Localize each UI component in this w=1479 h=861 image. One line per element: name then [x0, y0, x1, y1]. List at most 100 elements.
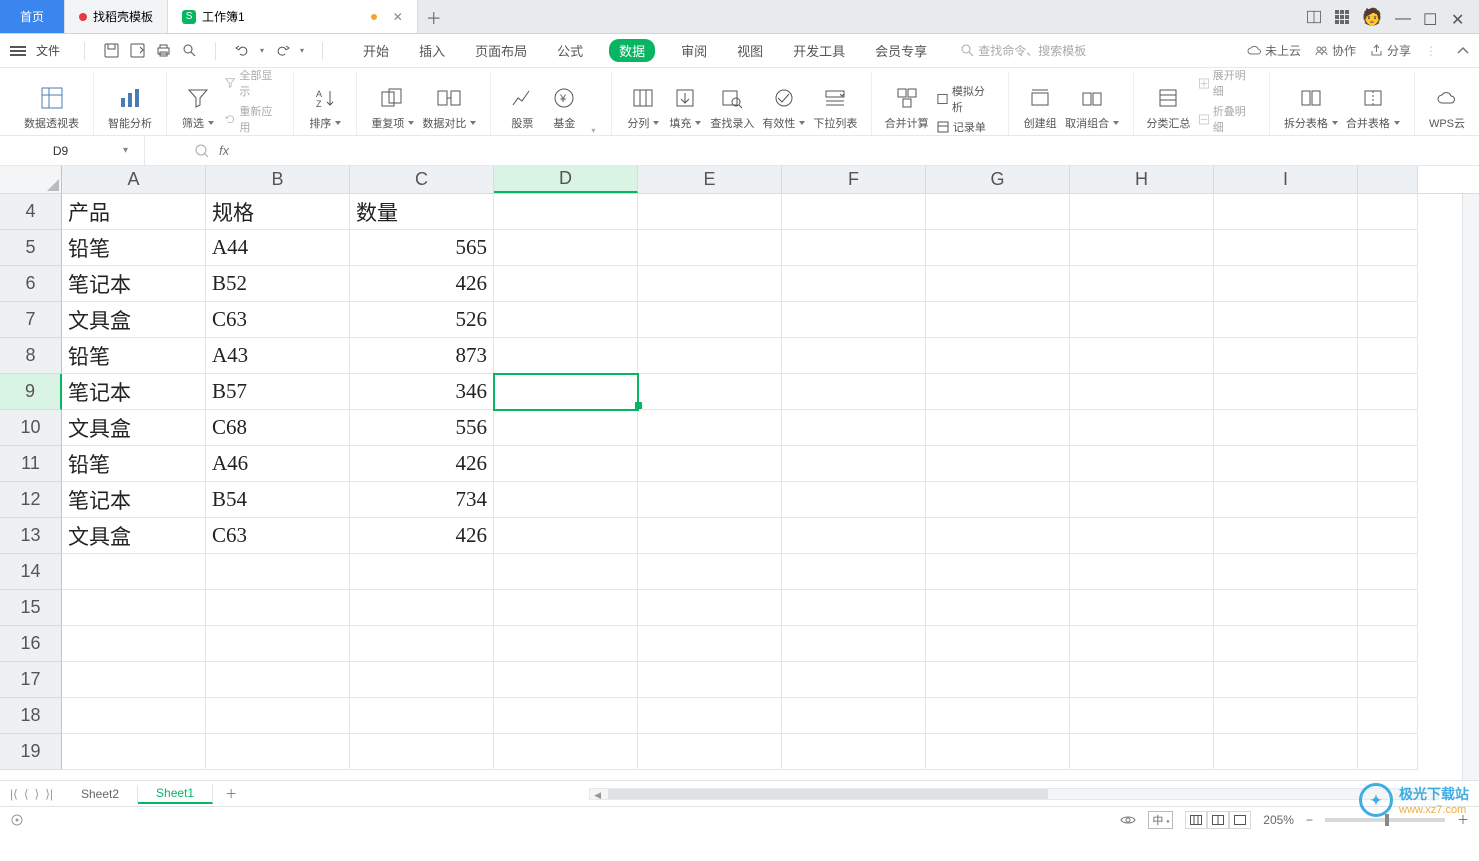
formula-input[interactable]	[229, 143, 1479, 158]
menu-tab-8[interactable]: 会员专享	[871, 39, 931, 62]
cell-C12[interactable]: 734	[350, 482, 494, 518]
expand-detail-button[interactable]: 展开明细	[1199, 68, 1253, 99]
cell-C7[interactable]: 526	[350, 302, 494, 338]
row-header-6[interactable]: 6	[0, 266, 62, 302]
data-type-more[interactable]: ▾	[591, 126, 595, 135]
cell-F4[interactable]	[782, 194, 926, 230]
cell-I13[interactable]	[1214, 518, 1358, 554]
cell-D5[interactable]	[494, 230, 638, 266]
cell-A16[interactable]	[62, 626, 206, 662]
dropdown-list-button[interactable]: 下拉列表	[809, 81, 861, 135]
cell-D11[interactable]	[494, 446, 638, 482]
cell-H8[interactable]	[1070, 338, 1214, 374]
fund-button[interactable]: ¥基金	[543, 81, 585, 135]
cell-G10[interactable]	[926, 410, 1070, 446]
cell-F15[interactable]	[782, 590, 926, 626]
filter-button[interactable]: 筛选	[177, 81, 219, 135]
command-search[interactable]: 查找命令、搜索模板	[961, 42, 1086, 59]
cell-B12[interactable]: B54	[206, 482, 350, 518]
cell-A15[interactable]	[62, 590, 206, 626]
cell-D10[interactable]	[494, 410, 638, 446]
cell-I11[interactable]	[1214, 446, 1358, 482]
sheet-nav-last-icon[interactable]: ⟩|	[45, 787, 53, 801]
cell-I8[interactable]	[1214, 338, 1358, 374]
cell-B16[interactable]	[206, 626, 350, 662]
cell-D9[interactable]	[494, 374, 638, 410]
cell-C16[interactable]	[350, 626, 494, 662]
row-header-15[interactable]: 15	[0, 590, 62, 626]
cell-I18[interactable]	[1214, 698, 1358, 734]
cell-C13[interactable]: 426	[350, 518, 494, 554]
compare-button[interactable]: 数据对比	[418, 81, 480, 135]
group-ungroup-button[interactable]: 取消组合	[1061, 81, 1123, 135]
redo-dropdown[interactable]: ▾	[300, 46, 304, 55]
cell-D8[interactable]	[494, 338, 638, 374]
col-header-E[interactable]: E	[638, 166, 782, 193]
cell-G8[interactable]	[926, 338, 1070, 374]
cell-A4[interactable]: 产品	[62, 194, 206, 230]
hamburger-icon[interactable]	[10, 46, 26, 56]
subtotal-button[interactable]: 分类汇总	[1144, 81, 1193, 135]
save-as-icon[interactable]	[129, 43, 145, 59]
row-header-12[interactable]: 12	[0, 482, 62, 518]
sheet-tab-sheet1[interactable]: Sheet1	[138, 784, 213, 804]
cell-B11[interactable]: A46	[206, 446, 350, 482]
cell-I10[interactable]	[1214, 410, 1358, 446]
cell-E17[interactable]	[638, 662, 782, 698]
cell-B15[interactable]	[206, 590, 350, 626]
cell-I14[interactable]	[1214, 554, 1358, 590]
view-normal-button[interactable]	[1185, 811, 1207, 829]
cell-I6[interactable]	[1214, 266, 1358, 302]
select-all-corner[interactable]	[0, 166, 62, 193]
cell-D14[interactable]	[494, 554, 638, 590]
cell-C11[interactable]: 426	[350, 446, 494, 482]
row-header-17[interactable]: 17	[0, 662, 62, 698]
cell-H15[interactable]	[1070, 590, 1214, 626]
cell-B8[interactable]: A43	[206, 338, 350, 374]
sheet-nav-next-icon[interactable]: ⟩	[35, 787, 40, 801]
col-header-I[interactable]: I	[1214, 166, 1358, 193]
tab-home[interactable]: 首页	[0, 0, 65, 33]
cell-G5[interactable]	[926, 230, 1070, 266]
group-create-button[interactable]: 创建组	[1019, 81, 1061, 135]
coop-button[interactable]: 协作	[1315, 42, 1356, 59]
col-header-H[interactable]: H	[1070, 166, 1214, 193]
cell-E15[interactable]	[638, 590, 782, 626]
cell-G11[interactable]	[926, 446, 1070, 482]
cell-I7[interactable]	[1214, 302, 1358, 338]
cell-B4[interactable]: 规格	[206, 194, 350, 230]
minimize-button[interactable]: —	[1395, 10, 1409, 24]
cell-H10[interactable]	[1070, 410, 1214, 446]
cell-F14[interactable]	[782, 554, 926, 590]
smart-analyze-button[interactable]: 智能分析	[104, 81, 156, 135]
cell-E8[interactable]	[638, 338, 782, 374]
row-header-5[interactable]: 5	[0, 230, 62, 266]
validity-button[interactable]: 有效性	[758, 81, 809, 135]
find-entry-button[interactable]: 查找录入	[706, 81, 758, 135]
menu-tab-6[interactable]: 视图	[733, 39, 767, 62]
cell-A7[interactable]: 文具盒	[62, 302, 206, 338]
cell-B14[interactable]	[206, 554, 350, 590]
scroll-left-icon[interactable]: ◀	[594, 790, 601, 801]
cell-E19[interactable]	[638, 734, 782, 770]
horizontal-scrollbar[interactable]: ◀	[589, 788, 1439, 800]
print-icon[interactable]	[155, 43, 171, 59]
cell-E13[interactable]	[638, 518, 782, 554]
reapply-button[interactable]: 重新应用	[225, 103, 277, 135]
menu-tab-4[interactable]: 数据	[609, 39, 655, 62]
cell-H7[interactable]	[1070, 302, 1214, 338]
cell-C15[interactable]	[350, 590, 494, 626]
cell-D19[interactable]	[494, 734, 638, 770]
name-box-input[interactable]	[0, 144, 139, 158]
cell-D7[interactable]	[494, 302, 638, 338]
row-header-16[interactable]: 16	[0, 626, 62, 662]
row-header-14[interactable]: 14	[0, 554, 62, 590]
row-header-19[interactable]: 19	[0, 734, 62, 770]
zoom-out-button[interactable]: −	[1306, 813, 1313, 827]
cell-A6[interactable]: 笔记本	[62, 266, 206, 302]
cell-H6[interactable]	[1070, 266, 1214, 302]
record-form-button[interactable]: 记录单	[937, 119, 992, 135]
fill-button[interactable]: 填充	[664, 81, 706, 135]
row-header-9[interactable]: 9	[0, 374, 62, 410]
undo-dropdown[interactable]: ▾	[260, 46, 264, 55]
